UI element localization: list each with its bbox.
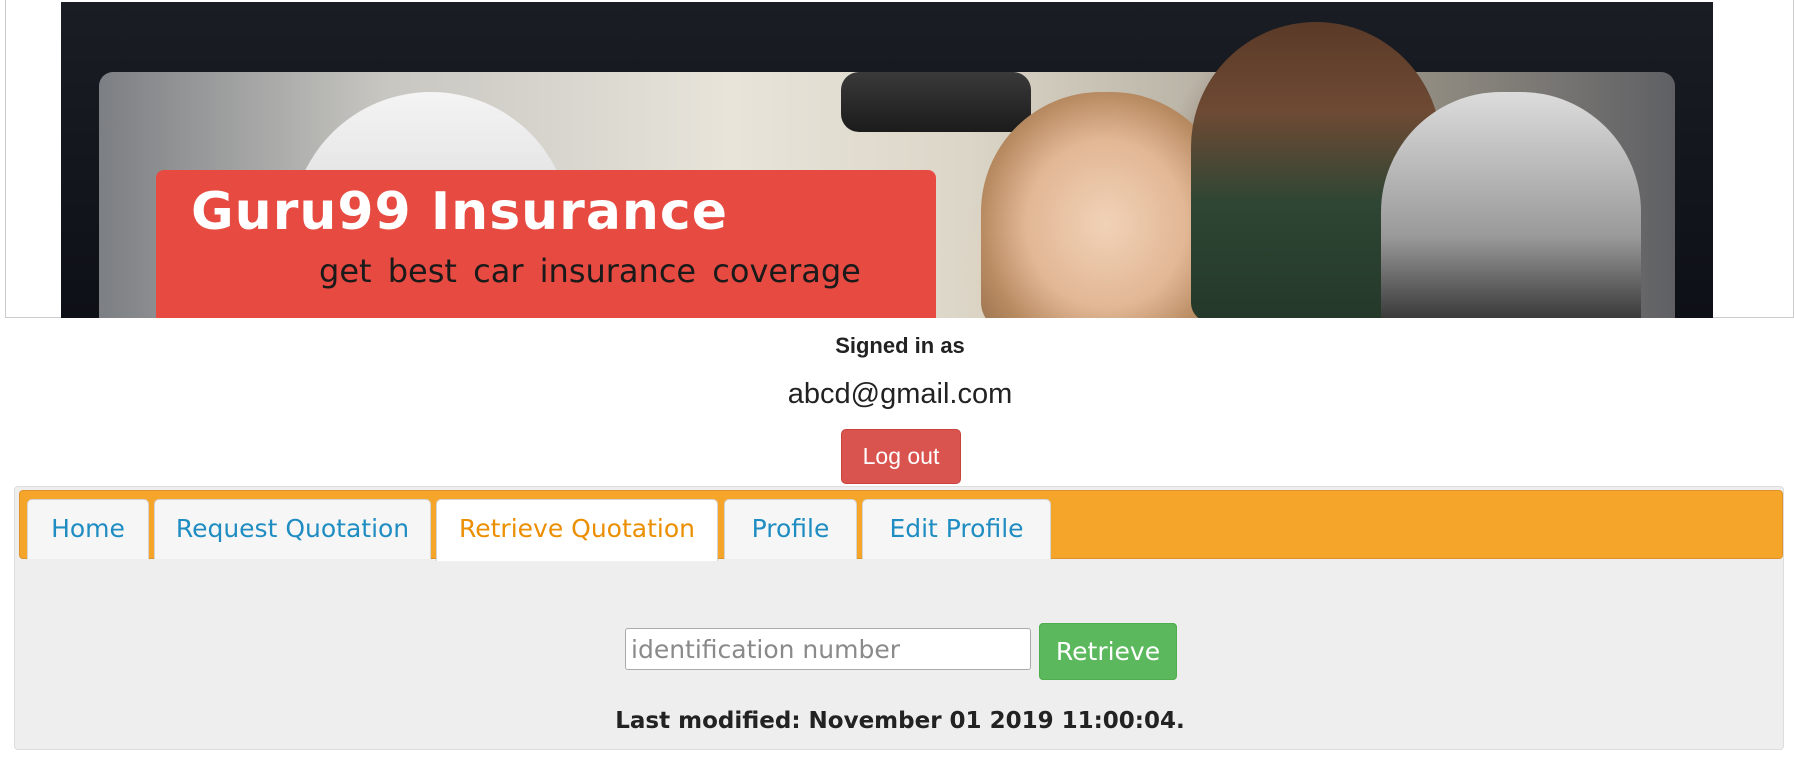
signed-in-email: abcd@gmail.com [787,378,1013,410]
retrieve-button[interactable]: Retrieve [1039,623,1177,680]
banner-image: Guru99 Insurance get best car insurance … [61,2,1713,318]
tab-profile[interactable]: Profile [724,499,857,559]
tab-retrieve-quotation[interactable]: Retrieve Quotation [436,499,718,561]
header-banner: Guru99 Insurance get best car insurance … [5,0,1794,318]
tab-request-quotation[interactable]: Request Quotation [154,499,431,559]
identification-number-input[interactable] [625,628,1031,670]
banner-subtitle: get best car insurance coverage [319,252,861,290]
tab-edit-profile[interactable]: Edit Profile [862,499,1051,559]
banner-title: Guru99 Insurance [191,182,729,242]
signed-in-label: Signed in as [835,333,965,358]
banner-rearview-mirror [841,72,1031,132]
tab-home[interactable]: Home [27,499,149,559]
last-modified-text: Last modified: November 01 2019 11:00:04… [615,708,1185,734]
logout-button[interactable]: Log out [841,429,961,484]
banner-seat-right [1381,92,1641,318]
